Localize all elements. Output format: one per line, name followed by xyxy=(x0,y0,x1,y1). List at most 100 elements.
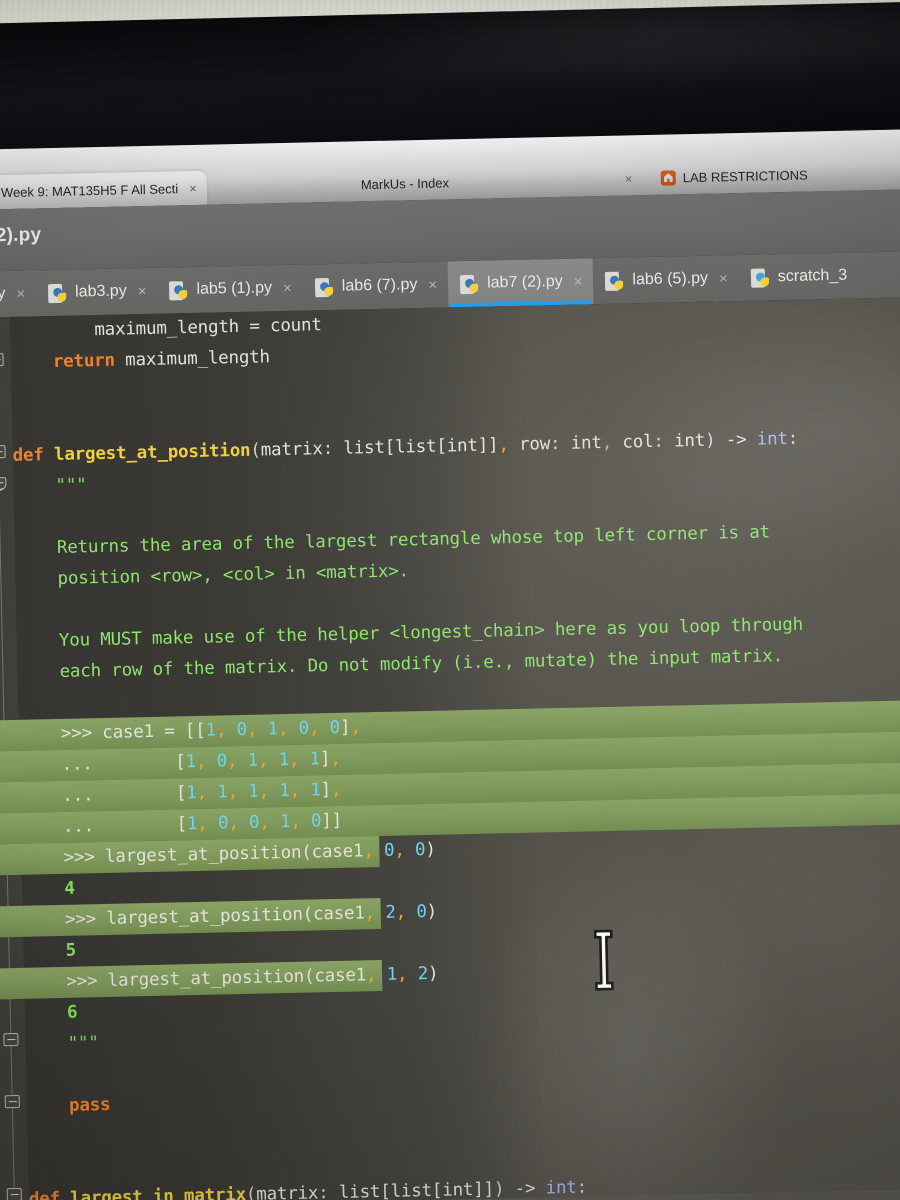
code-token: ) xyxy=(425,839,436,861)
code-token: """ xyxy=(67,1033,99,1054)
code-token: ... [ xyxy=(62,814,188,837)
fold-collapse-icon[interactable] xyxy=(0,353,4,367)
code-token: 1 xyxy=(279,811,291,833)
code-token: , xyxy=(259,812,281,833)
code-token: ] xyxy=(320,780,332,801)
code-token: 0 xyxy=(414,840,426,861)
code-token: 1 xyxy=(310,780,321,801)
code-token: case1 = [[ xyxy=(102,720,206,744)
fold-collapse-icon[interactable] xyxy=(6,1187,22,1200)
code-token: def xyxy=(28,1189,61,1200)
code-token: 5 xyxy=(65,940,77,961)
code-token: >>> largest_at_position(case1 xyxy=(63,841,364,868)
code-token: , xyxy=(288,749,310,770)
close-icon[interactable]: × xyxy=(574,273,583,290)
code-token: , xyxy=(330,779,342,801)
code-token: ] xyxy=(319,749,331,770)
close-icon[interactable]: × xyxy=(138,282,147,299)
code-token: list[list[int]] xyxy=(343,435,499,459)
python-scratch-icon xyxy=(750,267,770,288)
code-token: 1 xyxy=(205,720,217,741)
python-file-icon xyxy=(314,277,334,297)
browser-tab-1[interactable]: MarkUs - Index xyxy=(360,165,449,201)
code-token: 1 xyxy=(386,964,398,985)
code-token: ( xyxy=(250,440,261,461)
code-token: , xyxy=(308,718,330,739)
browser-tab-1-close[interactable]: × xyxy=(620,161,633,195)
code-token: pass xyxy=(68,1094,111,1116)
code-token: position <row>, <col> in <matrix>. xyxy=(57,561,410,589)
code-token: , xyxy=(226,750,248,772)
code-token: , xyxy=(277,718,299,740)
code-token: largest_at_position xyxy=(53,440,251,466)
editor-tab-label: lab7 (2).py xyxy=(486,272,563,292)
fold-collapse-icon[interactable] xyxy=(3,1032,19,1047)
code-token: int xyxy=(570,433,602,454)
browser-tab-label: Week 9: MAT135H5 F All Secti xyxy=(0,180,179,200)
code-token: , xyxy=(363,840,385,862)
code-token: , xyxy=(228,812,250,834)
code-token: return xyxy=(52,350,116,373)
code-token: 6 xyxy=(66,1002,78,1023)
code-token: list[list[int]] xyxy=(338,1179,495,1200)
editor-tab-lab7-2-py[interactable]: lab7 (2).py × xyxy=(447,258,594,308)
code-content[interactable]: maximum_length = count return maximum_len… xyxy=(0,296,900,1200)
close-icon[interactable]: × xyxy=(16,285,25,302)
code-token: ) xyxy=(493,1179,515,1200)
monitor-screen: Week 9: MAT135H5 F All Secti × MarkUs - … xyxy=(0,128,900,1200)
close-icon[interactable]: × xyxy=(189,180,197,195)
editor-tab-scratch-3[interactable]: scratch_3 xyxy=(738,252,858,301)
code-token: -> xyxy=(725,429,757,451)
code-token: : xyxy=(576,1177,588,1198)
editor-tab-label: lab6 (7).py xyxy=(341,276,418,295)
code-token: , xyxy=(394,840,416,861)
code-token: , xyxy=(330,748,341,770)
code-editor[interactable]: maximum_length = count return maximum_len… xyxy=(0,296,900,1200)
code-token: 0 xyxy=(216,751,228,772)
code-token: matrix xyxy=(260,439,323,461)
python-file-icon xyxy=(47,283,67,303)
code-token: 1 xyxy=(186,782,197,804)
editor-tab-lab6-5-py[interactable]: lab6 (5).py × xyxy=(593,255,739,304)
mouse-cursor-ibeam xyxy=(589,929,618,992)
browser-tab-0[interactable]: Week 9: MAT135H5 F All Secti × xyxy=(0,170,208,210)
window-title: 2).py xyxy=(0,224,42,247)
code-token: 4 xyxy=(64,878,75,899)
code-token: 0 xyxy=(416,902,427,923)
code-token: ) xyxy=(426,901,438,922)
python-file-icon xyxy=(169,280,188,300)
code-token: , xyxy=(258,781,280,802)
code-token: , xyxy=(365,964,387,986)
fold-collapse-icon[interactable] xyxy=(4,1094,20,1109)
editor-tab-lab6-7-py[interactable]: lab6 (7).py × xyxy=(302,261,448,310)
code-token: 0 xyxy=(248,812,260,833)
code-token: ... [ xyxy=(61,752,186,775)
editor-tab-lab5-1-py[interactable]: lab5 (1).py × xyxy=(157,265,303,314)
fold-collapse-icon[interactable] xyxy=(0,445,6,459)
close-icon[interactable]: × xyxy=(428,276,437,293)
editor-tab-2-py[interactable]: 2.py × xyxy=(0,270,37,318)
code-token: 1 xyxy=(279,780,290,802)
code-token: int xyxy=(756,429,789,450)
close-icon[interactable]: × xyxy=(625,171,633,186)
code-token: maximum_length xyxy=(114,347,271,371)
code-token: , xyxy=(227,781,249,803)
close-icon[interactable]: × xyxy=(719,270,728,287)
code-token: 1 xyxy=(185,752,197,773)
code-token: int xyxy=(545,1177,577,1199)
code-token: 1 xyxy=(217,782,228,803)
code-token: 0 xyxy=(217,813,229,834)
code-token: ... [ xyxy=(62,783,187,806)
code-token: : xyxy=(549,433,571,455)
code-token: >>> largest_at_position(case1 xyxy=(66,965,367,992)
browser-tab-2[interactable]: LAB RESTRICTIONS xyxy=(660,158,808,195)
editor-tab-lab3-py[interactable]: lab3.py × xyxy=(36,268,158,317)
code-token: , xyxy=(196,782,218,803)
code-token: 1 xyxy=(278,749,290,771)
code-token: : xyxy=(787,428,799,450)
code-token: 0 xyxy=(310,811,322,832)
close-icon[interactable]: × xyxy=(283,279,292,296)
editor-tab-label: scratch_3 xyxy=(777,266,848,286)
code-token: def xyxy=(12,445,44,466)
fold-expand-icon[interactable] xyxy=(0,477,7,491)
